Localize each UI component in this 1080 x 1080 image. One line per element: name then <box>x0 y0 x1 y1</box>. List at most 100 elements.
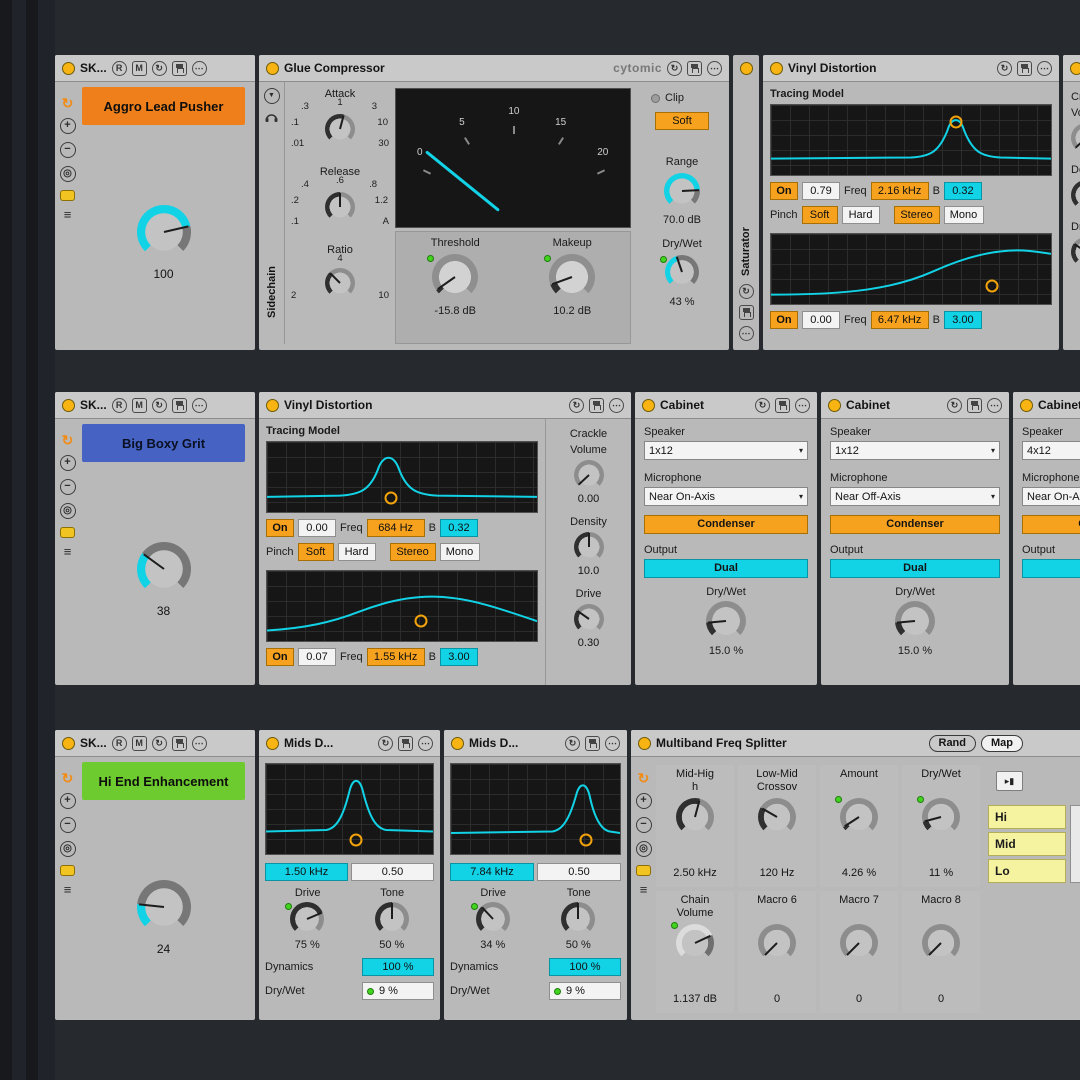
macro-value[interactable]: 4.26 % <box>842 867 876 879</box>
hot-swap-icon[interactable]: ↻ <box>667 61 682 76</box>
macro-knob[interactable] <box>922 924 960 962</box>
device-on-toggle[interactable] <box>770 62 783 75</box>
remove-macro-icon[interactable]: − <box>636 817 652 833</box>
map-target-icon[interactable]: ◎ <box>60 503 76 519</box>
macro-value[interactable]: 38 <box>157 604 170 618</box>
range-value[interactable]: 70.0 dB <box>663 214 701 226</box>
pinch-display[interactable] <box>266 570 538 642</box>
macro-value[interactable]: 1.137 dB <box>673 993 717 1005</box>
macro-knob[interactable] <box>758 924 796 962</box>
threshold-value[interactable]: -15.8 dB <box>434 305 476 317</box>
hot-swap-icon[interactable]: ↻ <box>997 61 1012 76</box>
crackle-volume-value[interactable]: 0.00 <box>578 493 599 505</box>
more-options-icon[interactable]: ⋯ <box>418 736 433 751</box>
tone-value[interactable]: 50 % <box>566 939 591 951</box>
save-preset-icon[interactable] <box>1017 61 1032 76</box>
expand-sidechain-icon[interactable]: ▼ <box>264 88 280 104</box>
more-options-icon[interactable]: ⋯ <box>1037 61 1052 76</box>
pinch-drive-value[interactable]: 0.07 <box>298 648 336 666</box>
rand-button[interactable]: Rand <box>929 735 977 752</box>
save-preset-icon[interactable] <box>172 61 187 76</box>
eq-display[interactable] <box>450 763 621 855</box>
more-options-icon[interactable]: ⋯ <box>987 398 1002 413</box>
more-options-icon[interactable]: ⋯ <box>192 736 207 751</box>
macro-name[interactable]: Big Boxy Grit <box>82 424 245 462</box>
mono-button[interactable]: Mono <box>440 543 480 561</box>
drive-value[interactable]: 34 % <box>480 939 505 951</box>
hot-swap-icon[interactable]: ↻ <box>152 61 167 76</box>
drive-knob[interactable] <box>1071 237 1080 267</box>
tracing-on-button[interactable]: On <box>266 519 294 537</box>
crackle-volume-knob[interactable] <box>1071 123 1080 153</box>
tracing-freq-value[interactable]: 2.16 kHz <box>871 182 929 200</box>
save-preset-icon[interactable] <box>967 398 982 413</box>
map-target-icon[interactable]: ◎ <box>60 841 76 857</box>
chain-volume-sliders[interactable] <box>1070 805 1080 883</box>
more-options-icon[interactable]: ⋯ <box>192 61 207 76</box>
macro-knob[interactable] <box>137 205 191 259</box>
tone-knob[interactable] <box>561 902 595 936</box>
pinch-freq-value[interactable]: 6.47 kHz <box>871 311 929 329</box>
speaker-select[interactable]: 4x12 ▾ <box>1022 441 1080 460</box>
hot-swap-icon[interactable]: ↻ <box>378 736 393 751</box>
record-macro-icon[interactable]: R <box>112 736 127 751</box>
save-preset-icon[interactable] <box>398 736 413 751</box>
record-macro-icon[interactable]: R <box>112 398 127 413</box>
map-mode-icon[interactable]: M <box>132 736 147 751</box>
freq-handle[interactable] <box>949 115 962 128</box>
chain-row-lo[interactable]: Lo <box>988 859 1066 883</box>
macro-value[interactable]: 0 <box>774 993 780 1005</box>
density-value[interactable]: 10.0 <box>578 565 599 577</box>
stereo-button[interactable]: Stereo <box>390 543 436 561</box>
macro-name[interactable]: Aggro Lead Pusher <box>82 87 245 125</box>
hot-swap-icon[interactable]: ↻ <box>739 284 754 299</box>
hot-swap-icon[interactable]: ↻ <box>947 398 962 413</box>
save-preset-icon[interactable] <box>172 398 187 413</box>
add-macro-icon[interactable]: + <box>60 793 76 809</box>
makeup-value[interactable]: 10.2 dB <box>553 305 591 317</box>
macro-value[interactable]: 0 <box>938 993 944 1005</box>
crackle-volume-knob[interactable] <box>574 460 604 490</box>
hot-swap-icon[interactable]: ↻ <box>152 736 167 751</box>
pinch-soft-button[interactable]: Soft <box>802 206 838 224</box>
map-mode-icon[interactable]: M <box>132 61 147 76</box>
output-dual-button[interactable]: Dual <box>1022 559 1080 578</box>
save-preset-icon[interactable] <box>589 398 604 413</box>
drywet-value[interactable]: 15.0 % <box>644 645 808 657</box>
pinch-b-value[interactable]: 3.00 <box>440 648 478 666</box>
drywet-knob[interactable] <box>706 601 746 641</box>
more-options-icon[interactable]: ⋯ <box>609 398 624 413</box>
drive-knob[interactable] <box>574 604 604 634</box>
pinch-soft-button[interactable]: Soft <box>298 543 334 561</box>
chain-mixer-toggle[interactable]: ▸▮ <box>996 771 1023 791</box>
macro-value[interactable]: 120 Hz <box>760 867 795 879</box>
drywet-value[interactable]: 15.0 % <box>1022 645 1080 657</box>
macro-knob[interactable] <box>758 798 796 836</box>
macro-value[interactable]: 0 <box>856 993 862 1005</box>
drywet-value-box[interactable]: 9 % <box>549 982 621 1000</box>
macro-controls-toggle[interactable] <box>60 190 75 201</box>
dynamics-value[interactable]: 100 % <box>549 958 621 976</box>
tracing-freq-value[interactable]: 684 Hz <box>367 519 425 537</box>
macro-value[interactable]: 11 % <box>929 867 953 879</box>
output-dual-button[interactable]: Dual <box>830 559 1000 578</box>
macro-knob[interactable] <box>840 924 878 962</box>
pinch-freq-handle[interactable] <box>414 615 427 628</box>
save-preset-icon[interactable] <box>585 736 600 751</box>
pinch-hard-button[interactable]: Hard <box>842 206 880 224</box>
chain-list-icon[interactable]: ≡ <box>640 884 648 896</box>
tone-knob[interactable] <box>375 902 409 936</box>
more-options-icon[interactable]: ⋯ <box>192 398 207 413</box>
condenser-button[interactable]: Condenser <box>644 515 808 534</box>
more-options-icon[interactable]: ⋯ <box>739 326 754 341</box>
save-preset-icon[interactable] <box>739 305 754 320</box>
hot-swap-icon[interactable]: ↻ <box>565 736 580 751</box>
drywet-knob[interactable] <box>665 255 699 289</box>
soft-clip-button[interactable]: Soft <box>655 112 709 130</box>
chain-hot-swap-icon[interactable]: ↻ <box>638 771 650 785</box>
microphone-select[interactable]: Near On-Axis ▾ <box>644 487 808 506</box>
chain-list-icon[interactable]: ≡ <box>64 884 72 896</box>
macro-value[interactable]: 100 <box>153 267 173 281</box>
device-on-toggle[interactable] <box>638 737 651 750</box>
saturator-device-collapsed[interactable]: Saturator ↻ ⋯ <box>733 55 759 350</box>
